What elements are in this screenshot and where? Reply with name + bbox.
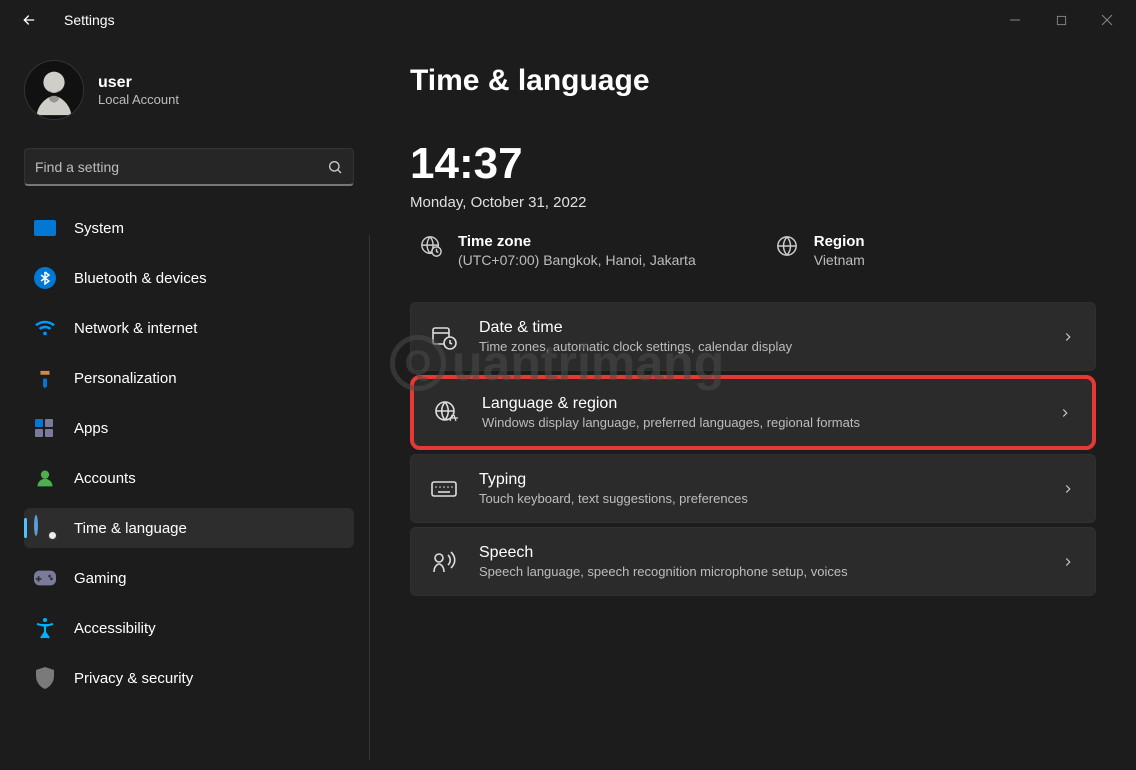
sidebar-item-time-language[interactable]: Time & language (24, 508, 354, 548)
shield-icon (34, 667, 56, 689)
search-box[interactable] (24, 148, 354, 186)
sidebar-item-personalization[interactable]: Personalization (24, 358, 354, 398)
sidebar-divider (369, 235, 370, 760)
sidebar-item-privacy[interactable]: Privacy & security (24, 658, 354, 698)
sidebar-item-apps[interactable]: Apps (24, 408, 354, 448)
card-title: Typing (479, 471, 1039, 489)
profile-type: Local Account (98, 92, 179, 107)
nav-list: System Bluetooth & devices Network & int… (20, 208, 360, 708)
sidebar-item-network[interactable]: Network & internet (24, 308, 354, 348)
sidebar-item-accounts[interactable]: Accounts (24, 458, 354, 498)
card-typing[interactable]: Typing Touch keyboard, text suggestions,… (410, 454, 1096, 523)
minimize-button[interactable] (992, 4, 1038, 36)
chevron-right-icon (1058, 406, 1072, 420)
card-title: Date & time (479, 319, 1039, 337)
sidebar-item-label: System (74, 220, 124, 237)
sidebar-item-bluetooth[interactable]: Bluetooth & devices (24, 258, 354, 298)
maximize-button[interactable] (1038, 4, 1084, 36)
sidebar-item-label: Gaming (74, 570, 127, 587)
keyboard-icon (431, 476, 457, 502)
close-button[interactable] (1084, 4, 1130, 36)
sidebar-item-accessibility[interactable]: Accessibility (24, 608, 354, 648)
avatar (24, 60, 84, 120)
card-title: Speech (479, 544, 1039, 562)
person-icon (34, 467, 56, 489)
profile-block[interactable]: user Local Account (24, 60, 360, 120)
card-subtitle: Time zones, automatic clock settings, ca… (479, 339, 1039, 354)
profile-name: user (98, 74, 179, 92)
titlebar: Settings (0, 0, 1136, 40)
timezone-value: (UTC+07:00) Bangkok, Hanoi, Jakarta (458, 252, 696, 268)
card-subtitle: Touch keyboard, text suggestions, prefer… (479, 491, 1039, 506)
info-row: Time zone (UTC+07:00) Bangkok, Hanoi, Ja… (410, 233, 1096, 268)
search-icon (327, 159, 343, 175)
gamepad-icon (34, 567, 56, 589)
chevron-right-icon (1061, 482, 1075, 496)
calendar-clock-icon (431, 324, 457, 350)
globe-icon (776, 235, 798, 257)
sidebar-item-label: Personalization (74, 370, 177, 387)
sidebar-item-label: Apps (74, 420, 108, 437)
window-controls (992, 4, 1130, 36)
chevron-right-icon (1061, 330, 1075, 344)
card-title: Language & region (482, 395, 1036, 413)
chevron-right-icon (1061, 555, 1075, 569)
settings-card-list: Date & time Time zones, automatic clock … (410, 302, 1096, 596)
display-icon (34, 217, 56, 239)
wifi-icon (34, 317, 56, 339)
app-title: Settings (64, 12, 115, 28)
main-content: Time & language 14:37 Monday, October 31… (370, 40, 1136, 770)
sidebar-item-label: Time & language (74, 520, 187, 537)
sidebar-item-system[interactable]: System (24, 208, 354, 248)
card-language-region[interactable]: Language & region Windows display langua… (410, 375, 1096, 450)
card-speech[interactable]: Speech Speech language, speech recogniti… (410, 527, 1096, 596)
language-globe-icon (434, 400, 460, 426)
sidebar-item-label: Accessibility (74, 620, 156, 637)
clock-time: 14:37 (410, 142, 1096, 186)
globe-clock-icon (34, 517, 56, 539)
sidebar-item-gaming[interactable]: Gaming (24, 558, 354, 598)
timezone-info[interactable]: Time zone (UTC+07:00) Bangkok, Hanoi, Ja… (420, 233, 696, 268)
card-subtitle: Speech language, speech recognition micr… (479, 564, 1039, 579)
page-title: Time & language (410, 64, 1096, 98)
card-subtitle: Windows display language, preferred lang… (482, 415, 1036, 430)
sidebar-item-label: Network & internet (74, 320, 197, 337)
back-button[interactable] (20, 11, 38, 29)
accessibility-icon (34, 617, 56, 639)
sidebar: user Local Account System Bluetooth & de… (0, 40, 370, 770)
search-input[interactable] (35, 159, 327, 175)
card-date-time[interactable]: Date & time Time zones, automatic clock … (410, 302, 1096, 371)
region-info[interactable]: Region Vietnam (776, 233, 865, 268)
current-date: Monday, October 31, 2022 (410, 194, 1096, 211)
paintbrush-icon (29, 362, 60, 393)
timezone-label: Time zone (458, 233, 696, 250)
bluetooth-icon (34, 267, 56, 289)
sidebar-item-label: Bluetooth & devices (74, 270, 207, 287)
sidebar-item-label: Privacy & security (74, 670, 193, 687)
sidebar-item-label: Accounts (74, 470, 136, 487)
region-value: Vietnam (814, 252, 865, 268)
apps-icon (34, 417, 56, 439)
speech-icon (431, 549, 457, 575)
globe-clock-icon (420, 235, 442, 257)
region-label: Region (814, 233, 865, 250)
